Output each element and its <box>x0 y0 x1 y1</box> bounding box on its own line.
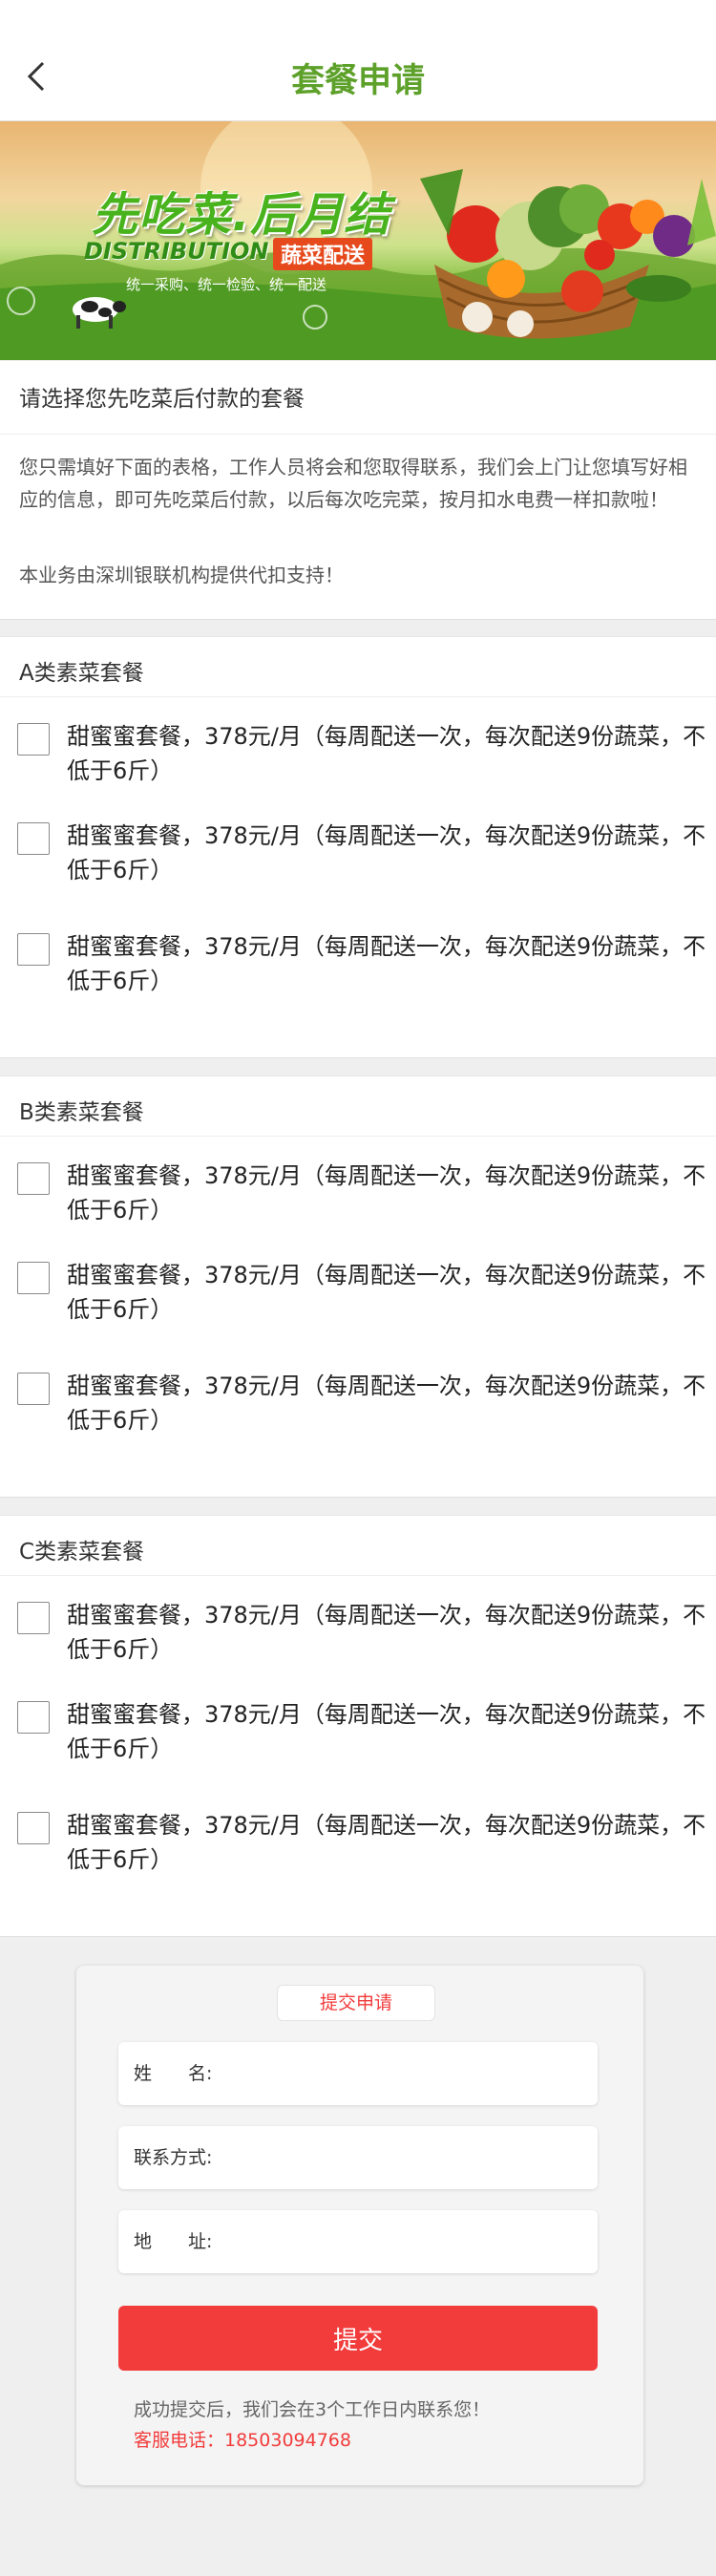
banner-subtitle: DISTRIBUTION <box>84 238 269 265</box>
banner-badge: 蔬菜配送 <box>273 238 373 270</box>
option-label: 甜蜜蜜套餐，378元/月（每周配送一次，每次配送9份蔬菜，不低于6斤） <box>67 1701 706 1762</box>
package-title: C类素菜套餐 <box>19 1540 145 1565</box>
promo-banner: 先吃菜.后月结 DISTRIBUTION 蔬菜配送 统一采购、统一检验、统一配送 <box>0 121 716 360</box>
option-label: 甜蜜蜜套餐，378元/月（每周配送一次，每次配送9份蔬菜，不低于6斤） <box>67 1602 706 1663</box>
divider <box>0 1136 716 1137</box>
option-label: 甜蜜蜜套餐，378元/月（每周配送一次，每次配送9份蔬菜，不低于6斤） <box>67 1162 706 1224</box>
address-label: 地 址: <box>134 2231 213 2252</box>
divider <box>0 696 716 697</box>
submit-button[interactable]: 提交 <box>118 2306 598 2371</box>
divider <box>0 1575 716 1576</box>
option-checkbox[interactable] <box>17 1373 50 1405</box>
option-checkbox[interactable] <box>17 1162 50 1195</box>
option-checkbox[interactable] <box>17 822 50 855</box>
name-field[interactable]: 姓 名: <box>118 2042 598 2105</box>
option-label: 甜蜜蜜套餐，378元/月（每周配送一次，每次配送9份蔬菜，不低于6斤） <box>67 723 706 784</box>
package-section-b: B类素菜套餐 甜蜜蜜套餐，378元/月（每周配送一次，每次配送9份蔬菜，不低于6… <box>0 1075 716 1498</box>
form-heading: 提交申请 <box>277 1985 435 2021</box>
phone-field[interactable]: 联系方式: <box>118 2126 598 2189</box>
option-label: 甜蜜蜜套餐，378元/月（每周配送一次，每次配送9份蔬菜，不低于6斤） <box>67 933 706 994</box>
option-checkbox[interactable] <box>17 1701 50 1734</box>
phone-input[interactable] <box>252 2138 580 2180</box>
customer-service-hotline: 客服电话：18503094768 <box>134 2430 351 2451</box>
intro-title: 请选择您先吃菜后付款的套餐 <box>19 387 305 412</box>
name-label: 姓 名: <box>134 2063 213 2084</box>
intro-description: 您只需填好下面的表格，工作人员将会和您取得联系，我们会上门让您填写好相应的信息，… <box>19 456 687 511</box>
package-section-c: C类素菜套餐 甜蜜蜜套餐，378元/月（每周配送一次，每次配送9份蔬菜，不低于6… <box>0 1515 716 1937</box>
application-form: 提交申请 姓 名: 联系方式: 地 址: 提交 成功提交后，我们会在3个工作日内… <box>76 1966 643 2485</box>
option-checkbox[interactable] <box>17 1602 50 1634</box>
address-input[interactable] <box>252 2222 580 2264</box>
option-label: 甜蜜蜜套餐，378元/月（每周配送一次，每次配送9份蔬菜，不低于6斤） <box>67 1812 706 1873</box>
option-label: 甜蜜蜜套餐，378元/月（每周配送一次，每次配送9份蔬菜，不低于6斤） <box>67 1373 706 1434</box>
address-field[interactable]: 地 址: <box>118 2210 598 2273</box>
phone-label: 联系方式: <box>134 2147 213 2168</box>
option-checkbox[interactable] <box>17 1262 50 1294</box>
option-checkbox[interactable] <box>17 1812 50 1844</box>
package-section-a: A类素菜套餐 甜蜜蜜套餐，378元/月（每周配送一次，每次配送9份蔬菜，不低于6… <box>0 636 716 1058</box>
banner-headline: 先吃菜.后月结 <box>92 188 391 242</box>
top-nav-bar: 套餐申请 <box>0 0 716 121</box>
banner-tagline: 统一采购、统一检验、统一配送 <box>126 276 327 293</box>
success-note: 成功提交后，我们会在3个工作日内联系您！ <box>134 2399 491 2420</box>
divider <box>0 434 716 435</box>
option-checkbox[interactable] <box>17 933 50 966</box>
option-label: 甜蜜蜜套餐，378元/月（每周配送一次，每次配送9份蔬菜，不低于6斤） <box>67 1262 706 1323</box>
option-checkbox[interactable] <box>17 723 50 756</box>
intro-section: 请选择您先吃菜后付款的套餐 您只需填好下面的表格，工作人员将会和您取得联系，我们… <box>0 361 716 620</box>
package-title: B类素菜套餐 <box>19 1100 144 1125</box>
option-label: 甜蜜蜜套餐，378元/月（每周配送一次，每次配送9份蔬菜，不低于6斤） <box>67 822 706 884</box>
package-title: A类素菜套餐 <box>19 661 144 686</box>
name-input[interactable] <box>252 2054 580 2096</box>
intro-note: 本业务由深圳银联机构提供代扣支持！ <box>19 564 344 586</box>
page-title: 套餐申请 <box>290 62 425 100</box>
